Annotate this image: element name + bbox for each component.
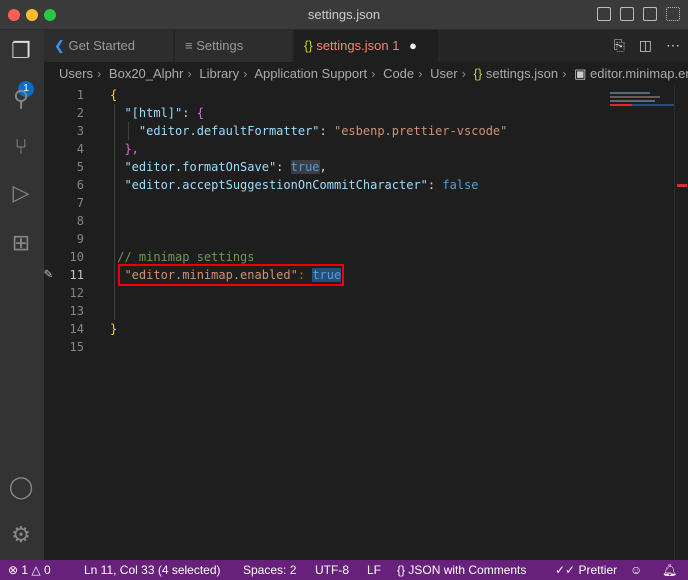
toggle-secondary-sidebar-icon[interactable] bbox=[643, 7, 657, 21]
tab-settings-json[interactable]: {} settings.json 1 ● bbox=[294, 30, 439, 62]
cursor-position[interactable]: Ln 11, Col 33 (4 selected) bbox=[84, 560, 221, 580]
explorer-icon[interactable]: ❐ bbox=[8, 38, 34, 64]
status-bar: ⊗ 1 △ 0 Ln 11, Col 33 (4 selected) Space… bbox=[0, 560, 688, 580]
minimap[interactable] bbox=[604, 86, 674, 146]
line-number: 1 bbox=[76, 88, 84, 102]
encoding[interactable]: UTF-8 bbox=[315, 560, 349, 580]
line-number: 8 bbox=[76, 214, 84, 228]
code-editor[interactable]: 1 2 3 4 5 6 7 8 9 10 11 12 13 14 15 ✎ { "[html]": { "e… bbox=[44, 86, 688, 560]
tab-bar: ❮ Get Started ≡ Settings {} settings.jso… bbox=[44, 30, 688, 62]
edit-pencil-icon: ✎ bbox=[44, 266, 53, 282]
line-number: 10 bbox=[69, 250, 84, 264]
breadcrumb-item[interactable]: User bbox=[430, 66, 457, 81]
source-control-icon[interactable]: ⑂ bbox=[8, 134, 34, 160]
end-of-line[interactable]: LF bbox=[367, 560, 381, 580]
code-line-3: "editor.defaultFormatter": "esbenp.prett… bbox=[138, 124, 508, 138]
code-line-6: "editor.acceptSuggestionOnCommitCharacte… bbox=[124, 178, 479, 192]
tab-label: Get Started bbox=[68, 38, 136, 53]
tab-label: settings.json bbox=[316, 38, 389, 53]
open-settings-ui-icon[interactable]: ⎘ bbox=[614, 37, 625, 54]
tab-label: Settings bbox=[196, 38, 244, 53]
tab-get-started[interactable]: ❮ Get Started bbox=[44, 30, 174, 62]
line-number: 15 bbox=[69, 340, 84, 354]
line-number: 6 bbox=[76, 178, 84, 192]
json-braces-icon: {} bbox=[397, 563, 406, 577]
problems-indicator[interactable]: ⊗ 1 △ 0 bbox=[8, 560, 51, 580]
account-icon[interactable]: ◯ bbox=[8, 474, 34, 500]
feedback-icon[interactable]: ☺ bbox=[630, 560, 642, 580]
toggle-sidebar-icon[interactable] bbox=[597, 7, 611, 21]
line-number: 12 bbox=[69, 286, 84, 300]
indentation[interactable]: Spaces: 2 bbox=[243, 560, 296, 580]
breadcrumb-item[interactable]: Box20_Alphr bbox=[109, 66, 183, 81]
line-number: 9 bbox=[76, 232, 84, 246]
customize-layout-icon[interactable] bbox=[666, 7, 680, 21]
breadcrumb-item[interactable]: editor.minimap.enabled bbox=[590, 66, 688, 81]
line-number: 7 bbox=[76, 196, 84, 210]
settings-list-icon: ≡ bbox=[185, 38, 193, 53]
breadcrumb-item[interactable]: Users bbox=[59, 66, 93, 81]
toggle-panel-icon[interactable] bbox=[620, 7, 634, 21]
line-number: 13 bbox=[69, 304, 84, 318]
property-icon: ▣ bbox=[574, 66, 587, 81]
run-debug-icon[interactable]: ▷ bbox=[8, 180, 34, 206]
line-number: 5 bbox=[76, 160, 84, 174]
more-actions-icon[interactable]: ⋯ bbox=[666, 37, 680, 54]
code-line-14: } bbox=[110, 322, 118, 336]
settings-gear-icon[interactable]: ⚙ bbox=[8, 522, 34, 548]
code-line-5: "editor.formatOnSave": true, bbox=[124, 160, 327, 174]
line-number: 2 bbox=[76, 106, 84, 120]
window-title: settings.json bbox=[307, 7, 381, 22]
line-number: 4 bbox=[76, 142, 84, 156]
json-braces-icon: {} bbox=[304, 38, 313, 53]
prettier-status[interactable]: ✓✓ Prettier bbox=[555, 560, 617, 580]
code-line-1: { bbox=[110, 88, 118, 102]
extensions-icon[interactable]: ⊞ bbox=[8, 230, 34, 256]
breadcrumb-item[interactable]: Code bbox=[383, 66, 414, 81]
search-icon[interactable]: ⚲ bbox=[8, 86, 34, 112]
unsaved-dot-icon[interactable]: ● bbox=[409, 38, 417, 53]
code-line-2: "[html]": { bbox=[124, 106, 204, 120]
activity-bar: ❐ 1 ⚲ ⑂ ▷ ⊞ ◯ ⚙ bbox=[0, 30, 44, 560]
breadcrumb-item[interactable]: settings.json bbox=[486, 66, 558, 81]
breadcrumb-item[interactable]: Application Support bbox=[254, 66, 367, 81]
line-number: 14 bbox=[69, 322, 84, 336]
code-line-4: }, bbox=[124, 142, 139, 156]
split-editor-icon[interactable]: ◫ bbox=[639, 37, 652, 54]
vertical-scrollbar[interactable] bbox=[674, 86, 688, 560]
vscode-logo-icon: ❮ bbox=[54, 38, 65, 53]
notifications-bell-icon[interactable]: 🔔︎ bbox=[662, 560, 677, 580]
breadcrumb: Users › Box20_Alphr › Library › Application… bbox=[44, 62, 688, 86]
line-number: 3 bbox=[76, 124, 84, 138]
highlight-box bbox=[118, 264, 344, 286]
tab-problem-count: 1 bbox=[392, 38, 400, 53]
language-mode[interactable]: {} JSON with Comments bbox=[397, 560, 526, 580]
title-bar: settings.json bbox=[0, 0, 688, 30]
tab-settings[interactable]: ≡ Settings bbox=[175, 30, 293, 62]
json-braces-icon: {} bbox=[473, 66, 483, 81]
breadcrumb-item[interactable]: Library bbox=[199, 66, 239, 81]
